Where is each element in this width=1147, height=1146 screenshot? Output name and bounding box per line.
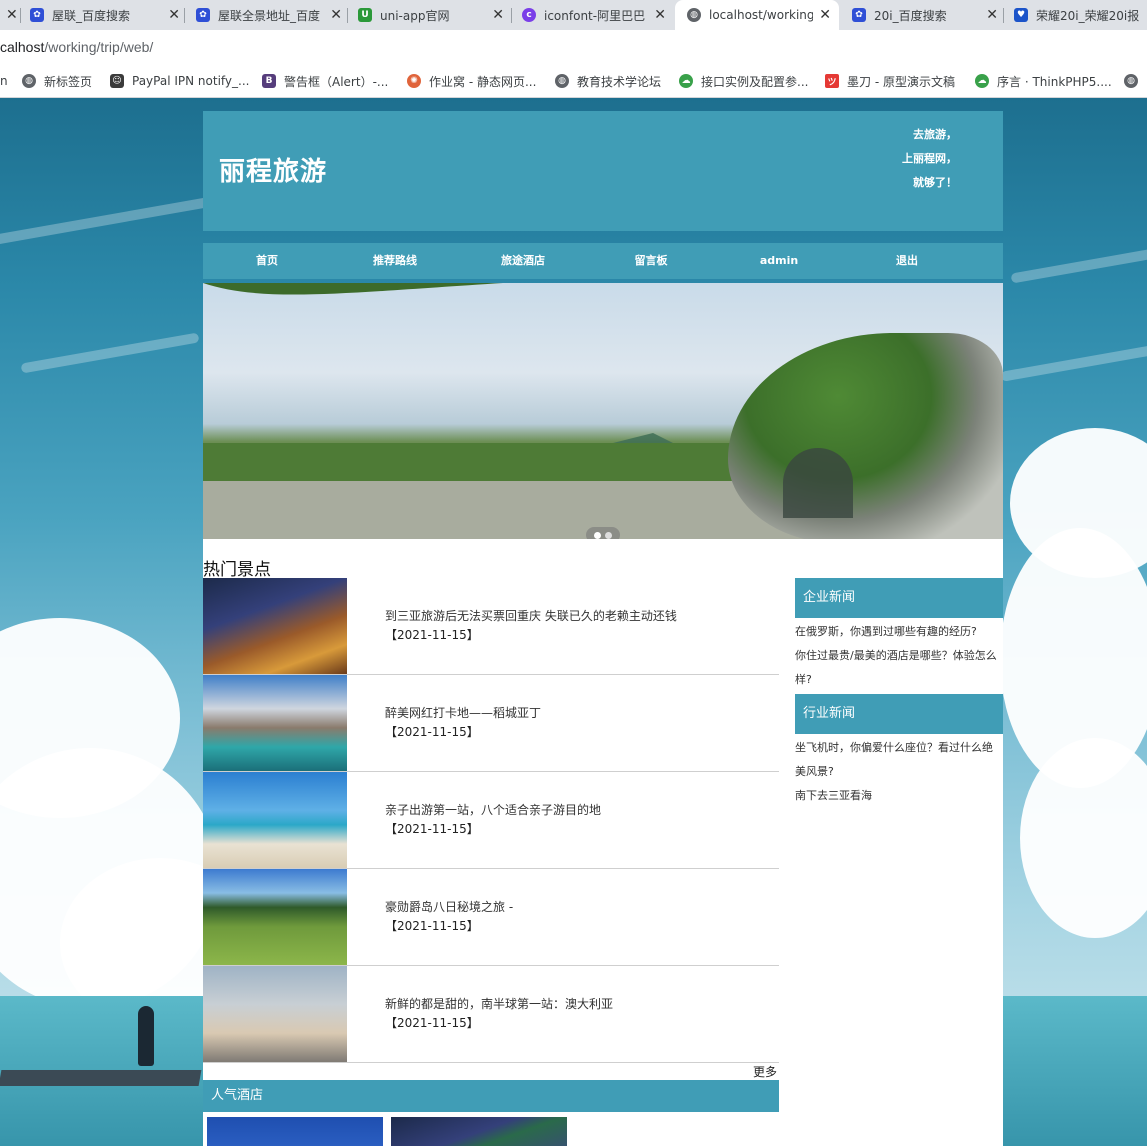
bookmark-paypal[interactable]: ☺ PayPal IPN notify_... [110,73,249,89]
carousel-dot[interactable] [594,531,601,539]
close-icon[interactable]: ✕ [819,7,831,23]
site-logo[interactable]: 丽程旅游 [219,151,327,188]
hotel-thumbnail[interactable] [391,1117,567,1146]
bookmark-new-tab[interactable]: ◍ 新标签页 [22,73,92,89]
sky-streak [1000,344,1147,382]
bookmark-api-config[interactable]: ☁ 接口实例及配置参... [679,73,808,89]
tab-5-active[interactable]: ◍ localhost/working ✕ [675,0,839,30]
carousel-dot[interactable] [605,531,612,539]
list-item[interactable]: 醉美网红打卡地——稻城亚丁 【2021-11-15】 [203,675,779,772]
bootstrap-logo-icon: B [262,74,276,88]
list-item[interactable]: 到三亚旅游后无法买票回重庆 失联已久的老赖主动还钱 【2021-11-15】 [203,578,779,675]
close-icon[interactable]: ✕ [330,7,342,23]
sidebar: 企业新闻 在俄罗斯，你遇到过哪些有趣的经历? 你住过最贵/最美的酒店是哪些？体验… [795,578,1003,810]
bookmarks-bar: n ◍ 新标签页 ☺ PayPal IPN notify_... B 警告框（Aler… [0,64,1147,98]
tab-1[interactable]: ✿ 屋联_百度搜索 ✕ [30,0,180,30]
list-item[interactable]: 豪勋爵岛八日秘境之旅 - 【2021-11-15】 [203,869,779,966]
banner-carousel[interactable] [203,283,1003,539]
site-logo-icon: ✺ [407,74,421,88]
company-news-header: 企业新闻 [795,578,1003,618]
nav-recommended-routes[interactable]: 推荐路线 [335,243,455,279]
url-text[interactable]: calhost/working/trip/web/ [0,39,153,55]
attraction-thumbnail[interactable] [203,966,347,1062]
bookmark-edu-forum[interactable]: ◍ 教育技术学论坛 [555,73,661,89]
site-header: 丽程旅游 去旅游， 上丽程网， 就够了！ [203,111,1003,231]
bookmark-partial[interactable]: n [0,73,8,89]
nav-hotels[interactable]: 旅途酒店 [463,243,583,279]
main-nav: 首页 推荐路线 旅途酒店 留言板 admin 退出 [203,243,1003,279]
close-icon[interactable]: ✕ [168,7,180,23]
hotel-thumbnail[interactable] [207,1117,383,1146]
baidu-paw-icon: ✿ [196,8,210,22]
nav-admin[interactable]: admin [719,243,839,279]
bookmark-thinkphp[interactable]: ☁ 序言 · ThinkPHP5.... [975,73,1112,89]
close-icon[interactable]: ✕ [6,7,18,23]
modao-logo-icon: ツ [825,74,839,88]
bookmark-partial-right[interactable]: ◍ [1124,73,1146,89]
nav-home[interactable]: 首页 [207,243,327,279]
bookmark-modao[interactable]: ツ墨刀 - 原型演示文稿 [825,73,955,89]
close-icon[interactable]: ✕ [654,7,666,23]
industry-news-list: 坐飞机时，你偏爱什么座位？看过什么绝美风景? 南下去三亚看海 [795,734,1003,810]
sky-streak [20,332,200,374]
hot-attractions-title: 热门景点 [203,560,271,580]
tab-2[interactable]: ✿ 屋联全景地址_百度 ✕ [196,0,342,30]
carousel-indicators [586,527,620,539]
tab-4[interactable]: c iconfont-阿里巴巴 ✕ [522,0,666,30]
sidebar-news-link[interactable]: 在俄罗斯，你遇到过哪些有趣的经历? [795,620,1003,644]
attraction-thumbnail[interactable] [203,675,347,771]
list-item[interactable]: 亲子出游第一站，八个适合亲子游目的地 【2021-11-15】 [203,772,779,869]
browser-tab-strip: ✕ ✿ 屋联_百度搜索 ✕ ✿ 屋联全景地址_百度 ✕ U uni-app官网 … [0,0,1147,30]
sidebar-news-link[interactable]: 你住过最贵/最美的酒店是哪些？体验怎么样? [795,644,1003,692]
uniapp-logo-icon: U [358,8,372,22]
foreground-leaves [203,283,503,295]
address-bar[interactable]: calhost/working/trip/web/ [0,30,1147,64]
cloud-logo-icon: ☁ [679,74,693,88]
industry-news-header: 行业新闻 [795,694,1003,734]
nav-logout[interactable]: 退出 [847,243,967,279]
tab-3[interactable]: U uni-app官网 ✕ [358,0,504,30]
close-icon[interactable]: ✕ [986,7,998,23]
nav-message-board[interactable]: 留言板 [591,243,711,279]
baidu-paw-icon: ✿ [30,8,44,22]
attraction-thumbnail[interactable] [203,869,347,965]
attraction-thumbnail[interactable] [203,578,347,674]
content-gap [203,539,1003,555]
avatar-icon: ☺ [110,74,124,88]
rock-arch [783,448,853,518]
list-item[interactable]: 新鲜的都是甜的，南半球第一站：澳大利亚 【2021-11-15】 [203,966,779,1063]
iconfont-logo-icon: c [522,8,536,22]
company-news-list: 在俄罗斯，你遇到过哪些有趣的经历? 你住过最贵/最美的酒店是哪些？体验怎么样? [795,618,1003,694]
site-slogan: 去旅游， 上丽程网， 就够了！ [902,128,957,189]
attraction-thumbnail[interactable] [203,772,347,868]
bookmark-alert[interactable]: B 警告框（Alert）-... [262,73,388,89]
dock [0,1070,202,1086]
sidebar-news-link[interactable]: 南下去三亚看海 [795,784,1003,808]
sky-streak [0,195,219,251]
globe-icon: ◍ [22,74,36,88]
tree-line [203,443,763,483]
sidebar-news-link[interactable]: 坐飞机时，你偏爱什么座位？看过什么绝美风景? [795,736,1003,784]
close-icon[interactable]: ✕ [492,7,504,23]
globe-icon: ◍ [1124,74,1138,88]
tab-6[interactable]: ✿ 20i_百度搜索 ✕ [852,0,998,30]
honor-logo-icon: ♥ [1014,8,1028,22]
tab-partial-left[interactable]: ✕ [0,0,22,30]
popular-hotels-header: 人气酒店 [203,1080,779,1112]
globe-icon: ◍ [555,74,569,88]
sky-streak [1010,242,1147,284]
tab-7[interactable]: ♥ 荣耀20i_荣耀20i报 [1014,0,1147,30]
more-link[interactable]: 更多 [753,1063,777,1080]
person-figure [138,1006,154,1066]
cloud-logo-icon: ☁ [975,74,989,88]
bookmark-zuoyewo[interactable]: ✺ 作业窝 - 静态网页... [407,73,536,89]
attractions-list: 到三亚旅游后无法买票回重庆 失联已久的老赖主动还钱 【2021-11-15】 醉… [203,578,779,1063]
baidu-paw-icon: ✿ [852,8,866,22]
globe-icon: ◍ [687,8,701,22]
